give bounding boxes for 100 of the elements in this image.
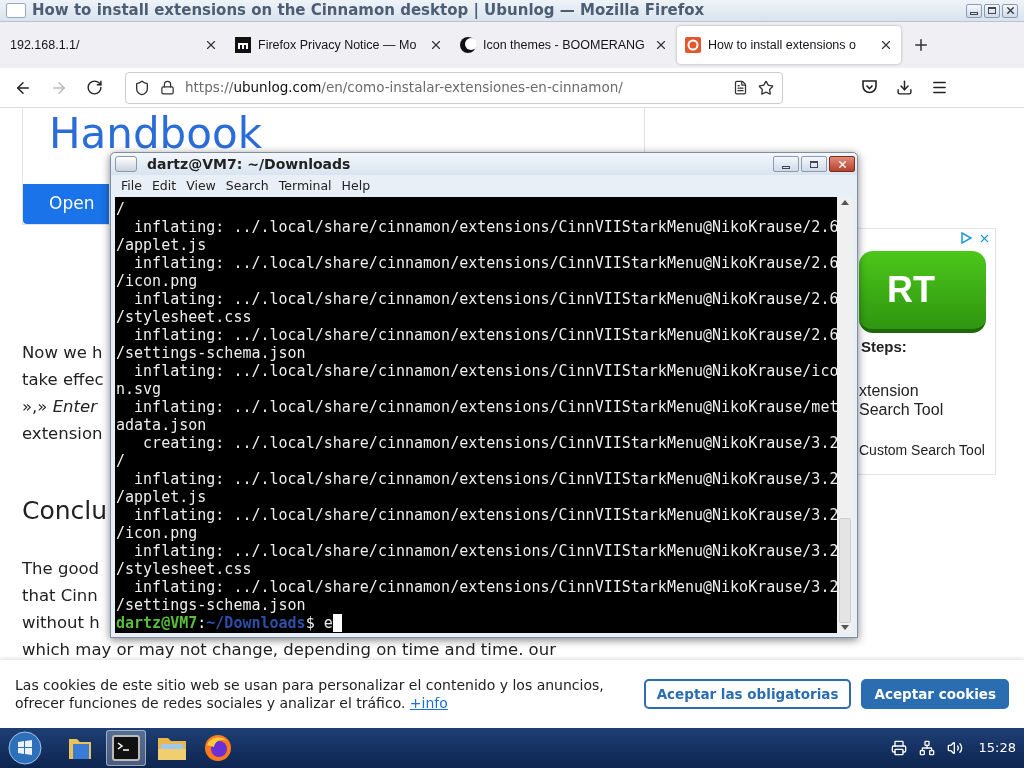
printer-icon[interactable] bbox=[890, 740, 907, 756]
browser-tab[interactable]: 192.168.1.1/ bbox=[2, 26, 226, 64]
browser-tab[interactable]: How to install extensions o bbox=[677, 26, 901, 64]
new-tab-icon[interactable] bbox=[912, 36, 930, 54]
tab-close-icon[interactable] bbox=[879, 38, 893, 52]
reload-icon[interactable] bbox=[86, 79, 103, 96]
close-icon bbox=[1004, 5, 1016, 16]
paragraph-line: without h bbox=[22, 611, 100, 634]
prompt-separator: : bbox=[197, 614, 207, 632]
paragraph-line: The good bbox=[22, 557, 100, 580]
terminal-line: adata.json bbox=[116, 416, 208, 434]
more-info-link[interactable]: +info bbox=[409, 695, 448, 711]
firefox-icon bbox=[203, 733, 233, 763]
tab-close-icon[interactable] bbox=[429, 38, 443, 52]
menu-item[interactable]: File bbox=[121, 176, 142, 196]
minimize-button[interactable] bbox=[773, 156, 799, 172]
terminal-line: /settings-schema.json bbox=[116, 344, 307, 362]
terminal-line: inflating: ../.local/share/cinnamon/extensions/CinnVIIStarkMenu@NikoKrause/3.2 bbox=[133, 506, 837, 524]
menu-item[interactable]: View bbox=[186, 176, 216, 196]
close-icon bbox=[836, 158, 848, 170]
section-heading: Conclu bbox=[22, 495, 108, 527]
terminal-line: /stylesheet.css bbox=[116, 560, 253, 578]
prompt-command: $ e bbox=[305, 614, 333, 632]
taskbar-app-button[interactable] bbox=[106, 730, 146, 766]
terminal-line: /icon.png bbox=[116, 272, 199, 290]
tab-close-icon[interactable] bbox=[654, 38, 668, 52]
start-orb-icon[interactable] bbox=[8, 731, 42, 765]
terminal-window-icon[interactable] bbox=[115, 156, 137, 172]
maximize-button[interactable] bbox=[984, 3, 1000, 18]
address-field[interactable]: https://ubunlog.com/en/como-instalar-extensiones-en-cinnamon/ bbox=[125, 71, 783, 104]
shield-icon[interactable] bbox=[134, 79, 150, 96]
ad-text: Search Tool bbox=[859, 399, 945, 419]
paragraph-line: take effec bbox=[22, 369, 104, 391]
moon-icon bbox=[460, 37, 476, 53]
paragraph-line: »,» Enter bbox=[22, 396, 97, 418]
terminal-line: /icon.png bbox=[116, 524, 199, 542]
menu-icon[interactable] bbox=[931, 79, 948, 96]
ad-close-icon[interactable] bbox=[978, 232, 991, 245]
download-icon[interactable] bbox=[896, 79, 913, 96]
tab-close-icon[interactable] bbox=[204, 38, 218, 52]
terminal-line: inflating: ../.local/share/cinnamon/extensions/CinnVIIStarkMenu@NikoKrause/2.6 bbox=[133, 290, 837, 308]
terminal-scrollbar[interactable] bbox=[837, 197, 853, 633]
open-button[interactable]: Open bbox=[23, 184, 109, 224]
maximize-button[interactable] bbox=[801, 156, 827, 172]
scroll-up-icon[interactable] bbox=[841, 199, 849, 205]
paragraph-line: Now we h bbox=[22, 342, 103, 364]
paragraph-line: that Cinn bbox=[22, 584, 98, 607]
terminal-line: inflating: ../.local/share/cinnamon/extensions/CinnVIIStarkMenu@NikoKrause/2.6 bbox=[133, 218, 837, 236]
tab-title: How to install extensions o bbox=[708, 36, 857, 54]
terminal-line: /applet.js bbox=[116, 488, 208, 506]
pocket-icon[interactable] bbox=[861, 79, 878, 95]
close-button[interactable] bbox=[829, 156, 855, 172]
paragraph-line: extension bbox=[22, 423, 103, 445]
accept-cookies-button[interactable]: Aceptar cookies bbox=[861, 679, 1009, 709]
scroll-down-icon[interactable] bbox=[841, 625, 849, 631]
mozilla-favicon-icon bbox=[235, 37, 251, 53]
tab-title: 192.168.1.1/ bbox=[10, 36, 81, 54]
terminal-line: / bbox=[116, 200, 127, 218]
window-title: How to install extensions on the Cinnamon desktop | Ubunlog — Mozilla Firefox bbox=[32, 0, 705, 22]
ad-choices-icon[interactable] bbox=[960, 232, 972, 244]
clock[interactable]: 15:28 bbox=[978, 738, 1016, 758]
menu-item[interactable]: Terminal bbox=[278, 176, 332, 196]
terminal-line: inflating: ../.local/share/cinnamon/extensions/CinnVIIStarkMenu@NikoKrause/2.6 bbox=[133, 254, 837, 272]
site-logo-icon bbox=[685, 37, 701, 53]
terminal-line: / bbox=[116, 452, 127, 470]
close-button[interactable] bbox=[1002, 3, 1018, 18]
tab-title: Firefox Privacy Notice — Mo bbox=[258, 36, 418, 54]
cookie-text: Las cookies de este sitio web se usan para personalizar el contenido y los anuncios, ofrecer funciones de redes sociales y analizar el tráfico. +info bbox=[15, 676, 605, 712]
minimize-button[interactable] bbox=[966, 3, 982, 18]
terminal-line: inflating: ../.local/share/cinnamon/extensions/CinnVIIStarkMenu@NikoKrause/2.6 bbox=[133, 326, 837, 344]
browser-tab[interactable]: Firefox Privacy Notice — Mo bbox=[227, 26, 451, 64]
paragraph-line: which may or may not change, depending on time and time. our bbox=[22, 638, 556, 661]
terminal-line: /settings-schema.json bbox=[116, 596, 307, 614]
terminal-line: /stylesheet.css bbox=[116, 308, 253, 326]
terminal-line: inflating: ../.local/share/cinnamon/extensions/CinnVIIStarkMenu@NikoKrause/met bbox=[133, 398, 837, 416]
ad-title: Steps: bbox=[860, 337, 908, 357]
text-cursor bbox=[332, 614, 342, 632]
accept-required-button[interactable]: Aceptar las obligatorias bbox=[643, 679, 852, 709]
terminal-line: inflating: ../.local/share/cinnamon/extensions/CinnVIIStarkMenu@NikoKrause/3.2 bbox=[133, 542, 837, 560]
scrollbar-thumb[interactable] bbox=[839, 518, 851, 623]
prompt-path: ~/Downloads bbox=[206, 614, 306, 632]
terminal-line: /applet.js bbox=[116, 236, 208, 254]
menu-item[interactable]: Search bbox=[225, 176, 269, 196]
menu-item[interactable]: Edit bbox=[151, 176, 177, 196]
terminal-icon bbox=[112, 735, 140, 761]
bookmark-star-icon[interactable] bbox=[758, 79, 774, 96]
url-text: https://ubunlog.com/en/como-instalar-extensiones-en-cinnamon/ bbox=[185, 78, 624, 98]
terminal-line: creating: ../.local/share/cinnamon/extensions/CinnVIIStarkMenu@NikoKrause/3.2 bbox=[142, 434, 837, 452]
lock-icon[interactable] bbox=[160, 80, 175, 95]
menu-item[interactable]: Help bbox=[341, 176, 371, 196]
network-icon[interactable] bbox=[918, 740, 935, 756]
prompt-user: dartz@VM7 bbox=[116, 614, 198, 632]
volume-icon[interactable] bbox=[946, 740, 963, 756]
terminal-line: inflating: ../.local/share/cinnamon/extensions/CinnVIIStarkMenu@NikoKrause/3.2 bbox=[133, 470, 837, 488]
terminal-line: n.svg bbox=[116, 380, 163, 398]
reader-view-icon[interactable] bbox=[733, 80, 748, 95]
terminal-line: inflating: ../.local/share/cinnamon/extensions/CinnVIIStarkMenu@NikoKrause/ico bbox=[133, 362, 837, 380]
ad-text: xtension bbox=[859, 380, 920, 400]
browser-tab[interactable]: Icon themes - BOOMERANG bbox=[452, 26, 676, 64]
terminal-line: inflating: ../.local/share/cinnamon/extensions/CinnVIIStarkMenu@NikoKrause/3.2 bbox=[133, 578, 837, 596]
